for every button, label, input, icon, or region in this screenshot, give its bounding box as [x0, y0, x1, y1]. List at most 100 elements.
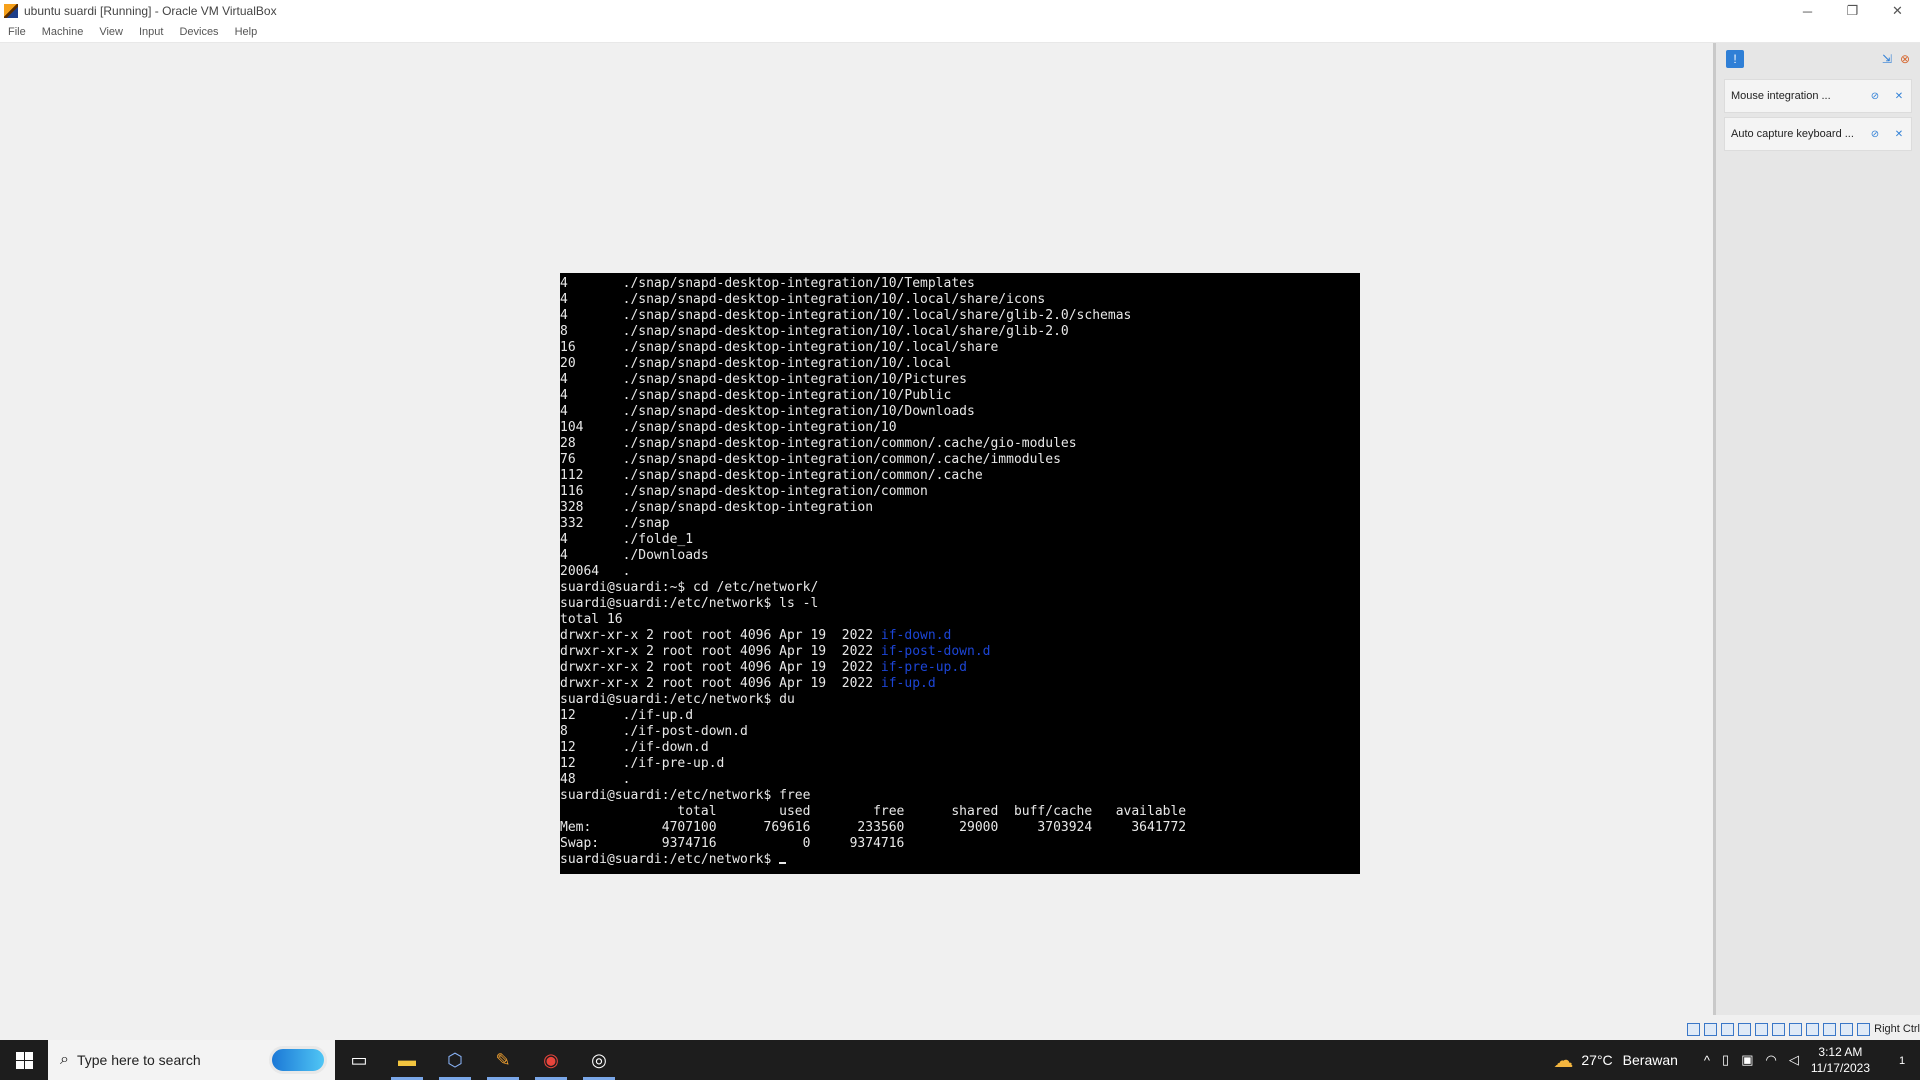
- terminal-line: 328 ./snap/snapd-desktop-integration: [560, 500, 1360, 516]
- menu-file[interactable]: File: [0, 26, 34, 38]
- show-hidden-icons-chevron-icon[interactable]: ^: [1704, 1053, 1710, 1068]
- menu-machine[interactable]: Machine: [34, 26, 92, 38]
- terminal-line-text: suardi@suardi:/etc/network$ ls -l: [560, 596, 819, 611]
- menu-view[interactable]: View: [91, 26, 131, 38]
- terminal-line-text: 328 ./snap/snapd-desktop-integration: [560, 500, 874, 515]
- keyboard-icon[interactable]: [1857, 1022, 1871, 1036]
- shared-folders-icon[interactable]: [1772, 1022, 1786, 1036]
- terminal-line-text: 8 ./snap/snapd-desktop-integration/10/.l…: [560, 324, 1069, 339]
- taskbar-clock[interactable]: 3:12 AM 11/17/2023: [1811, 1044, 1870, 1076]
- guest-terminal[interactable]: 4 ./snap/snapd-desktop-integration/10/Te…: [560, 273, 1360, 874]
- notification-label: Mouse integration ...: [1731, 90, 1831, 102]
- terminal-cursor: [779, 862, 787, 864]
- taskbar-search-box[interactable]: ⌕ Type here to search: [48, 1040, 335, 1080]
- notification-mouse-integration[interactable]: Mouse integration ... ⊘ ✕: [1724, 79, 1912, 113]
- terminal-line: 12 ./if-pre-up.d: [560, 756, 1360, 772]
- optical-drive-icon[interactable]: [1704, 1022, 1718, 1036]
- start-button[interactable]: [0, 1040, 48, 1080]
- terminal-line-text: Swap: 9374716 0 9374716: [560, 836, 905, 851]
- action-center-icon[interactable]: 1: [1884, 1051, 1920, 1069]
- terminal-line: total 16: [560, 612, 1360, 628]
- panel-header: ! ⇲ ⊗: [1716, 43, 1920, 75]
- volume-muted-icon[interactable]: ◁: [1789, 1052, 1799, 1068]
- terminal-line: total used free shared buff/cache availa…: [560, 804, 1360, 820]
- terminal-line: 76 ./snap/snapd-desktop-integration/comm…: [560, 452, 1360, 468]
- terminal-line-text: total 16: [560, 612, 623, 627]
- terminal-line: 12 ./if-up.d: [560, 708, 1360, 724]
- terminal-line-text: 76 ./snap/snapd-desktop-integration/comm…: [560, 452, 1061, 467]
- dismiss-all-icon[interactable]: ⊗: [1896, 50, 1914, 68]
- notification-panel: ! ⇲ ⊗ Mouse integration ... ⊘ ✕ Auto cap…: [1713, 43, 1920, 1015]
- virtualbox-taskbar-icon[interactable]: ⬡: [431, 1040, 479, 1080]
- wifi-icon[interactable]: ◠: [1765, 1052, 1776, 1068]
- obs-icon[interactable]: ◎: [575, 1040, 623, 1080]
- terminal-line-text: 20064 .: [560, 564, 631, 579]
- terminal-line: 20 ./snap/snapd-desktop-integration/10/.…: [560, 356, 1360, 372]
- terminal-line-text: drwxr-xr-x 2 root root 4096 Apr 19 2022: [560, 644, 881, 659]
- terminal-line: 4 ./snap/snapd-desktop-integration/10/Te…: [560, 276, 1360, 292]
- terminal-line: 4 ./snap/snapd-desktop-integration/10/Pu…: [560, 388, 1360, 404]
- file-explorer-icon[interactable]: ▬: [383, 1040, 431, 1080]
- terminal-line-text: 20 ./snap/snapd-desktop-integration/10/.…: [560, 356, 952, 371]
- cpu-icon[interactable]: [1823, 1022, 1837, 1036]
- hard-disk-icon[interactable]: [1687, 1022, 1701, 1036]
- terminal-line-text: 16 ./snap/snapd-desktop-integration/10/.…: [560, 340, 999, 355]
- terminal-line: Mem: 4707100 769616 233560 29000 3703924…: [560, 820, 1360, 836]
- terminal-line: 4 ./folde_1: [560, 532, 1360, 548]
- terminal-line: drwxr-xr-x 2 root root 4096 Apr 19 2022 …: [560, 644, 1360, 660]
- audio-icon[interactable]: [1721, 1022, 1735, 1036]
- windows-logo-icon: [15, 1051, 33, 1069]
- mute-notification-icon[interactable]: ⊘: [1869, 128, 1881, 140]
- menu-devices[interactable]: Devices: [171, 26, 226, 38]
- window-title: ubuntu suardi [Running] - Oracle VM Virt…: [24, 4, 277, 18]
- collapse-panel-icon[interactable]: ⇲: [1878, 50, 1896, 68]
- paint-app-icon[interactable]: ✎: [479, 1040, 527, 1080]
- usb-icon[interactable]: [1755, 1022, 1769, 1036]
- vm-display[interactable]: 4 ./snap/snapd-desktop-integration/10/Te…: [0, 43, 1713, 1008]
- weather-widget[interactable]: ☁ 27°C Berawan: [1553, 1048, 1678, 1073]
- system-tray: ☁ 27°C Berawan ^ ▯ ▣ ◠ ◁ 3:12 AM 11/17/2…: [1553, 1040, 1920, 1080]
- device-icon[interactable]: ▯: [1722, 1052, 1729, 1068]
- bing-search-highlight-icon[interactable]: [269, 1046, 327, 1074]
- info-icon[interactable]: !: [1726, 50, 1744, 68]
- minimize-button[interactable]: ─: [1785, 0, 1830, 22]
- close-notification-icon[interactable]: ✕: [1893, 128, 1905, 140]
- windows-taskbar: ⌕ Type here to search ▭ ▬ ⬡ ✎ ◉ ◎ ☁ 27°C…: [0, 1040, 1920, 1080]
- menu-help[interactable]: Help: [227, 26, 266, 38]
- mouse-integration-icon[interactable]: [1840, 1022, 1854, 1036]
- menu-input[interactable]: Input: [131, 26, 171, 38]
- terminal-line-text: Mem: 4707100 769616 233560 29000 3703924…: [560, 820, 1187, 835]
- terminal-line-text: 48 .: [560, 772, 631, 787]
- notification-auto-capture-keyboard[interactable]: Auto capture keyboard ... ⊘ ✕: [1724, 117, 1912, 151]
- terminal-directory-name: if-post-down.d: [880, 644, 991, 659]
- terminal-line: drwxr-xr-x 2 root root 4096 Apr 19 2022 …: [560, 676, 1360, 692]
- terminal-line-text: suardi@suardi:/etc/network$ free: [560, 788, 811, 803]
- network-icon[interactable]: [1738, 1022, 1752, 1036]
- terminal-line: suardi@suardi:/etc/network$: [560, 852, 1360, 868]
- display-icon[interactable]: [1789, 1022, 1803, 1036]
- terminal-line-text: 4 ./snap/snapd-desktop-integration/10/Do…: [560, 404, 975, 419]
- terminal-line: suardi@suardi:/etc/network$ du: [560, 692, 1360, 708]
- terminal-line-text: 104 ./snap/snapd-desktop-integration/10: [560, 420, 897, 435]
- notification-count: 1: [1898, 1055, 1906, 1067]
- terminal-line: Swap: 9374716 0 9374716: [560, 836, 1360, 852]
- close-notification-icon[interactable]: ✕: [1893, 90, 1905, 102]
- security-icon[interactable]: ▣: [1741, 1052, 1753, 1068]
- mute-notification-icon[interactable]: ⊘: [1869, 90, 1881, 102]
- restore-button[interactable]: ❐: [1830, 0, 1875, 22]
- chrome-icon[interactable]: ◉: [527, 1040, 575, 1080]
- terminal-line-text: drwxr-xr-x 2 root root 4096 Apr 19 2022: [560, 660, 881, 675]
- close-button[interactable]: ✕: [1875, 0, 1920, 22]
- terminal-line: 4 ./snap/snapd-desktop-integration/10/Do…: [560, 404, 1360, 420]
- terminal-directory-name: if-pre-up.d: [880, 660, 967, 675]
- terminal-line-text: 4 ./snap/snapd-desktop-integration/10/Te…: [560, 276, 975, 291]
- terminal-line: 28 ./snap/snapd-desktop-integration/comm…: [560, 436, 1360, 452]
- terminal-line: 12 ./if-down.d: [560, 740, 1360, 756]
- terminal-line-text: total used free shared buff/cache availa…: [560, 804, 1187, 819]
- terminal-line-text: 332 ./snap: [560, 516, 670, 531]
- weather-condition: Berawan: [1622, 1052, 1678, 1068]
- terminal-line: 20064 .: [560, 564, 1360, 580]
- task-view-icon[interactable]: ▭: [335, 1040, 383, 1080]
- recording-icon[interactable]: [1806, 1022, 1820, 1036]
- search-icon: ⌕: [60, 1051, 69, 1068]
